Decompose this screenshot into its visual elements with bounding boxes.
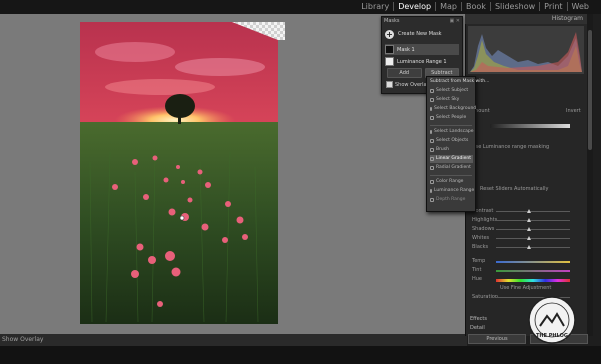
filmstrip-bar: [0, 346, 601, 364]
module-picker: Library Develop Map Book Slideshow Print…: [357, 2, 593, 11]
slider-whites-knob[interactable]: [527, 236, 531, 240]
menu-item-select-people[interactable]: Select People: [430, 114, 473, 122]
module-library[interactable]: Library: [357, 2, 395, 11]
watermark-text: THE PHLOG: [536, 333, 568, 339]
subtract-menu: Subtract from Mask with... Select Subjec…: [426, 76, 489, 212]
slider-hue-label: Hue: [472, 276, 483, 282]
menu-item-select-objects[interactable]: Select Objects: [430, 137, 473, 145]
histogram-header[interactable]: Histogram: [465, 14, 587, 24]
slider-temp-track[interactable]: [496, 261, 570, 263]
menu-item-brush[interactable]: Brush: [430, 146, 473, 154]
background-icon: [430, 107, 432, 111]
slider-temp-label: Temp: [472, 258, 486, 264]
module-web[interactable]: Web: [568, 2, 593, 11]
module-map[interactable]: Map: [436, 2, 463, 11]
panel-controls-icon[interactable]: ▣ ✕: [449, 18, 460, 24]
module-print[interactable]: Print: [540, 2, 568, 11]
slider-hue-track[interactable]: [496, 279, 570, 282]
section-detail[interactable]: Detail: [470, 325, 485, 331]
people-icon: [430, 116, 434, 120]
subject-icon: [430, 89, 434, 93]
luminance-range-bar[interactable]: [490, 124, 570, 128]
slider-contrast-knob[interactable]: [527, 209, 531, 213]
subtract-menu-header: Subtract from Mask with...: [430, 79, 490, 84]
color-range-icon: [430, 180, 434, 184]
plus-icon: +: [385, 29, 394, 39]
menu-item-select-background[interactable]: Select Background: [430, 105, 476, 113]
module-book[interactable]: Book: [462, 2, 491, 11]
slider-highlights-knob[interactable]: [527, 218, 531, 222]
photo-preview[interactable]: [80, 22, 278, 324]
menu-item-radial-gradient[interactable]: Radial Gradient: [430, 164, 473, 172]
mask-item-luminance-range[interactable]: Luminance Range 1: [385, 56, 459, 67]
luminance-range-icon: [385, 57, 394, 66]
menu-item-luminance-range[interactable]: Luminance Range: [430, 187, 474, 195]
menu-item-color-range[interactable]: Color Range: [430, 178, 473, 186]
slider-highlights-track[interactable]: [496, 220, 570, 221]
scrollbar-thumb[interactable]: [588, 30, 592, 150]
slider-shadows-knob[interactable]: [527, 227, 531, 231]
menu-separator: [430, 175, 472, 176]
overlay-toggle-label[interactable]: Show Overlay: [2, 336, 43, 343]
radial-gradient-icon: [430, 166, 434, 170]
top-bar: Library Develop Map Book Slideshow Print…: [0, 0, 601, 14]
slider-whites-track[interactable]: [496, 238, 570, 239]
slider-blacks-label: Blacks: [472, 244, 489, 250]
slider-blacks-knob[interactable]: [527, 245, 531, 249]
slider-shadows-label: Shadows: [472, 226, 495, 232]
slider-saturation-label: Saturation: [472, 294, 499, 300]
fine-adjust-label[interactable]: Use Fine Adjustment: [500, 285, 551, 291]
mask-thumbnail: [385, 45, 394, 54]
bottom-toolbar: Show Overlay: [0, 334, 467, 346]
slider-blacks-track[interactable]: [496, 247, 570, 248]
create-new-mask-button[interactable]: + Create New Mask: [385, 28, 459, 40]
previous-button[interactable]: Previous: [468, 334, 526, 344]
slider-highlights-label: Highlights: [472, 217, 498, 223]
reset-sliders-label[interactable]: Reset Sliders Automatically: [480, 186, 548, 192]
luminance-range-icon: [430, 189, 432, 193]
checkbox-icon: [386, 81, 393, 88]
invert-label[interactable]: Invert: [566, 108, 581, 114]
menu-separator: [430, 125, 472, 126]
mask-item-mask-1[interactable]: Mask 1: [385, 44, 459, 55]
module-develop[interactable]: Develop: [394, 2, 437, 11]
menu-item-linear-gradient[interactable]: Linear Gradient: [430, 155, 473, 163]
menu-item-depth-range: Depth Range: [430, 196, 473, 204]
masks-panel-title: Masks: [384, 18, 400, 24]
landscape-icon: [430, 130, 432, 134]
depth-range-icon: [430, 198, 434, 202]
module-slideshow[interactable]: Slideshow: [491, 2, 541, 11]
menu-item-select-landscape[interactable]: Select Landscape: [430, 128, 474, 136]
slider-tint-label: Tint: [472, 267, 482, 273]
slider-tint-track[interactable]: [496, 270, 570, 272]
histogram: [468, 26, 584, 74]
slider-contrast-track[interactable]: [496, 211, 570, 212]
section-effects[interactable]: Effects: [470, 316, 487, 322]
menu-item-select-subject[interactable]: Select Subject: [430, 87, 473, 95]
slider-shadows-track[interactable]: [496, 229, 570, 230]
objects-icon: [430, 139, 434, 143]
luminance-masking-label[interactable]: Use Luminance range masking: [472, 144, 549, 150]
brush-icon: [430, 148, 434, 152]
linear-gradient-icon: [430, 157, 434, 161]
sky-icon: [430, 98, 434, 102]
add-button[interactable]: Add: [387, 68, 422, 78]
menu-item-select-sky[interactable]: Select Sky: [430, 96, 473, 104]
show-overlay-checkbox[interactable]: Show Overlay: [386, 81, 430, 88]
slider-whites-label: Whites: [472, 235, 490, 241]
